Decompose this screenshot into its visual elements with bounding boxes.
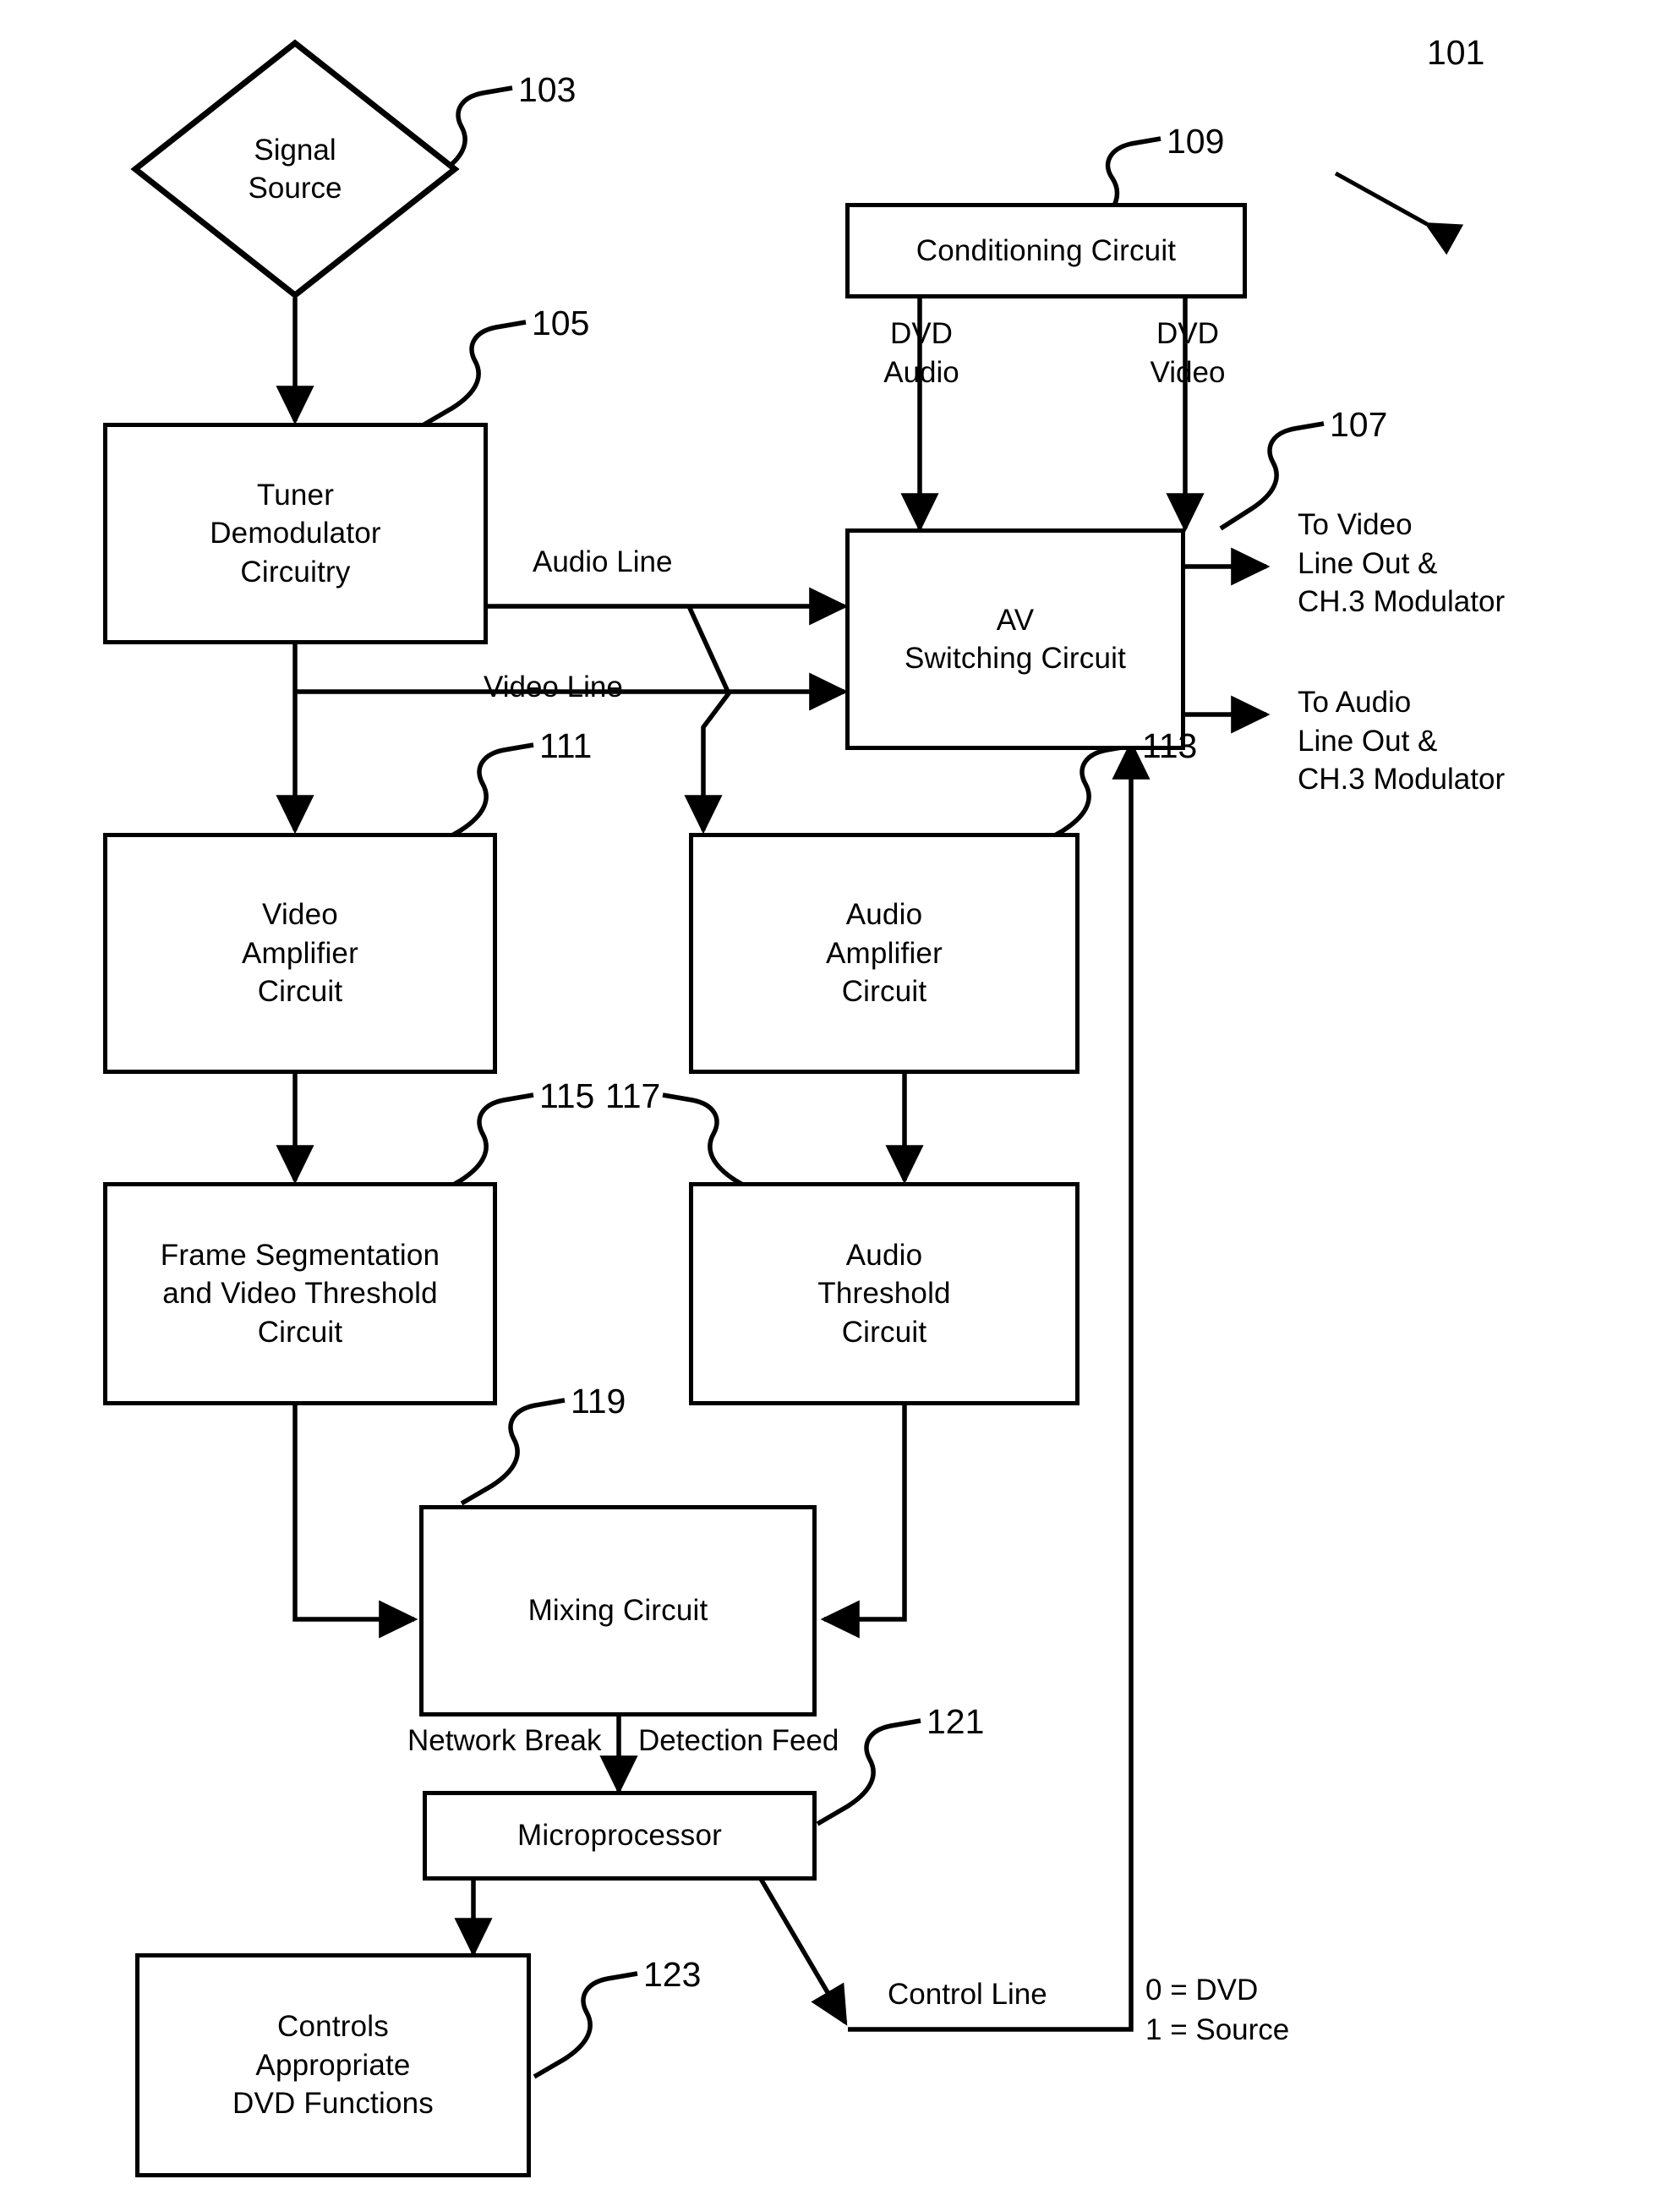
controls-dvd-functions-node[interactable]: Controls Appropriate DVD Functions [135, 1953, 531, 2177]
tuner-demodulator-node[interactable]: Tuner Demodulator Circuitry [103, 423, 488, 644]
controls-dvd-functions-label: Controls Appropriate DVD Functions [232, 2010, 434, 2121]
ref-numeral-109: 109 [1167, 122, 1225, 161]
dvd-video-label: DVD Video [1150, 317, 1226, 389]
audio-threshold-label: Audio Threshold Circuit [817, 1238, 951, 1349]
patent-figure: Signal Source Tuner Demodulator Circuitr… [0, 0, 1678, 2212]
mixing-circuit-label: Mixing Circuit [527, 1594, 708, 1628]
mixing-circuit-node[interactable]: Mixing Circuit [419, 1505, 817, 1716]
ref-numeral-117: 117 [605, 1076, 661, 1115]
microprocessor-label: Microprocessor [517, 1819, 723, 1853]
connector-wires [276, 85, 1464, 2079]
conditioning-circuit-label: Conditioning Circuit [916, 233, 1177, 267]
conditioning-circuit-node[interactable]: Conditioning Circuit [845, 203, 1247, 298]
video-line-label: Video Line [484, 671, 623, 704]
legend-zero-dvd-label: 0 = DVD [1145, 1974, 1259, 2007]
av-switching-circuit-node[interactable]: AV Switching Circuit [845, 528, 1185, 750]
ref-numeral-103: 103 [518, 70, 577, 109]
detection-feed-label: Detection Feed [638, 1724, 839, 1757]
signal-source-label: Signal Source [248, 133, 342, 205]
audio-threshold-node[interactable]: Audio Threshold Circuit [689, 1182, 1079, 1405]
audio-amplifier-node[interactable]: Audio Amplifier Circuit [689, 833, 1079, 1074]
frame-segmentation-node[interactable]: Frame Segmentation and Video Threshold C… [103, 1182, 497, 1405]
legend-one-source-label: 1 = Source [1145, 2013, 1290, 2046]
av-switching-circuit-label: AV Switching Circuit [904, 603, 1127, 676]
microprocessor-node[interactable]: Microprocessor [423, 1791, 817, 1881]
ref-numeral-101: 101 [1427, 33, 1485, 72]
to-audio-line-out-label: To Audio Line Out & CH.3 Modulator [1298, 686, 1506, 796]
audio-amplifier-label: Audio Amplifier Circuit [826, 898, 943, 1009]
ref-numeral-115: 115 [539, 1076, 595, 1115]
to-video-line-out-label: To Video Line Out & CH.3 Modulator [1298, 508, 1506, 618]
control-line-label: Control Line [888, 1978, 1047, 2011]
frame-segmentation-label: Frame Segmentation and Video Threshold C… [160, 1238, 440, 1349]
ref-numeral-111: 111 [539, 726, 593, 765]
ref-numeral-105: 105 [532, 304, 590, 342]
ref-numeral-107: 107 [1330, 405, 1388, 444]
tuner-demodulator-label: Tuner Demodulator Circuitry [210, 478, 381, 589]
ref-numeral-113: 113 [1142, 726, 1198, 765]
ref-numeral-121: 121 [926, 1702, 985, 1741]
video-amplifier-node[interactable]: Video Amplifier Circuit [103, 833, 497, 1074]
signal-source-node[interactable]: Signal Source [130, 38, 460, 300]
dvd-audio-label: DVD Audio [883, 317, 959, 389]
ref-numeral-119: 119 [571, 1382, 626, 1421]
ref-numeral-123: 123 [643, 1955, 702, 1994]
network-break-label: Network Break [407, 1724, 602, 1757]
audio-line-label: Audio Line [533, 545, 673, 578]
video-amplifier-label: Video Amplifier Circuit [242, 898, 358, 1009]
